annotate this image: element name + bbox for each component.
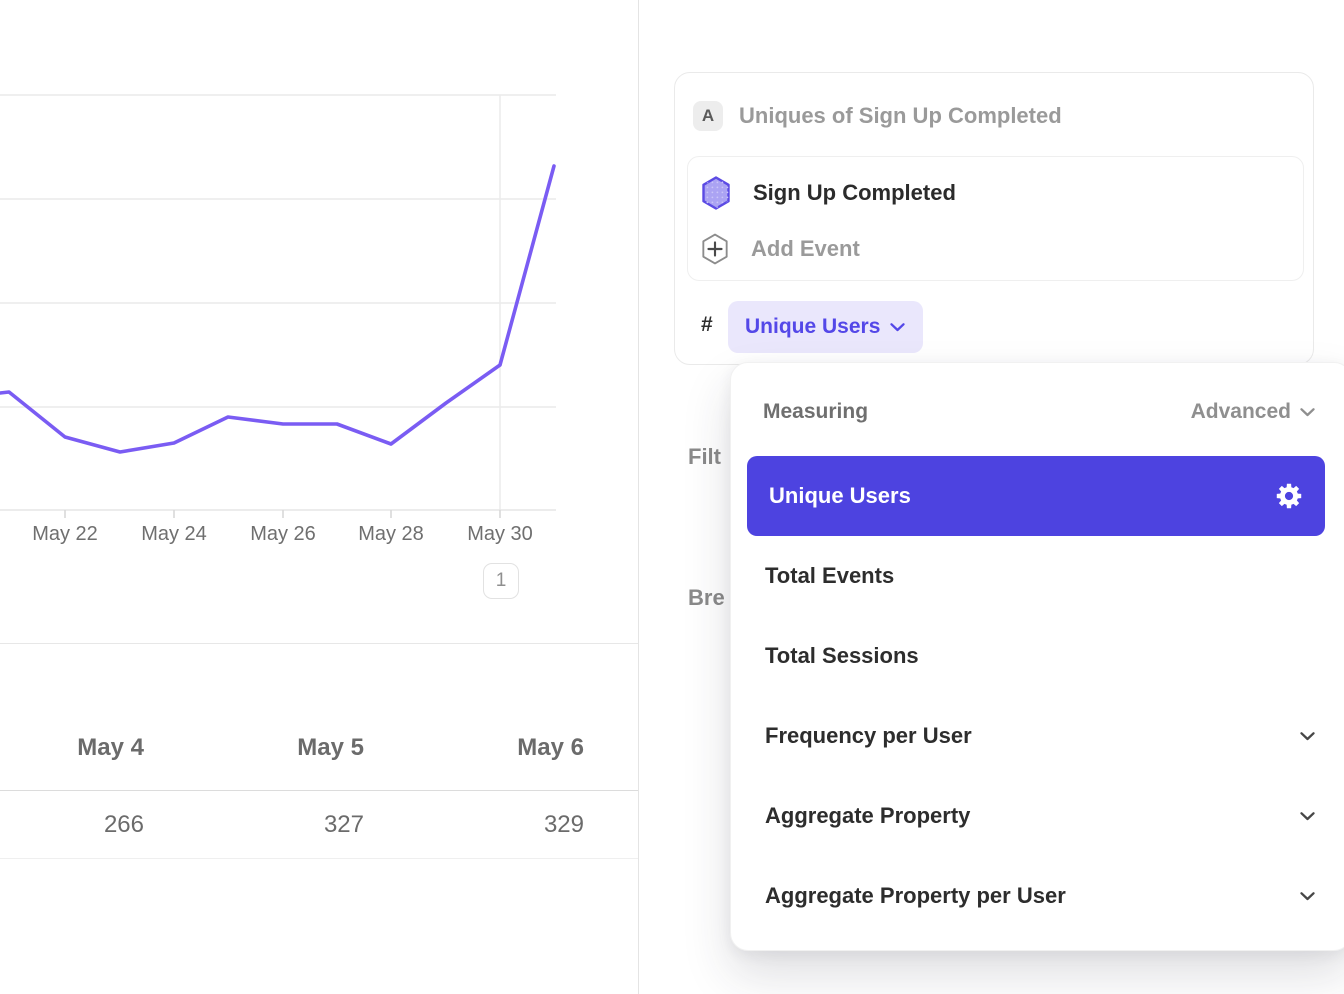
table-header: May 6 [384,733,584,763]
chevron-down-icon [1300,812,1315,821]
table-cell: 329 [384,810,584,840]
x-axis-label: May 22 [17,523,113,546]
event-hexagon-icon [701,176,731,210]
series-a-badge[interactable]: A [693,101,723,131]
metric-hash-prefix: # [701,313,713,337]
menu-item-total-events[interactable]: Total Events [731,536,1344,616]
event-row-signup[interactable]: Sign Up Completed [688,163,1303,223]
menu-item-label: Frequency per User [765,723,972,749]
series-line [0,166,554,452]
menu-item-label: Total Sessions [765,643,919,669]
table-header: May 5 [164,733,364,763]
menu-item-label: Aggregate Property per User [765,883,1066,909]
chevron-down-icon [1300,732,1315,741]
metric-value: Unique Users [745,315,880,339]
menu-item-frequency-per-user[interactable]: Frequency per User [731,696,1344,776]
x-axis-label: May 30 [452,523,548,546]
table-header: May 4 [0,733,144,763]
gear-icon[interactable] [1275,482,1303,510]
line-chart[interactable] [0,90,556,530]
measuring-label: Measuring [763,400,868,424]
chevron-down-icon [1300,892,1315,901]
menu-item-total-sessions[interactable]: Total Sessions [731,616,1344,696]
table-top-divider [0,643,639,644]
advanced-toggle[interactable]: Advanced [1191,400,1315,424]
query-title: Uniques of Sign Up Completed [739,101,1062,131]
metric-selector-chip[interactable]: Unique Users [728,301,923,353]
add-event-button[interactable]: Add Event [688,219,1303,279]
event-card: Sign Up Completed Add Event [687,156,1304,281]
menu-item-aggregate-property[interactable]: Aggregate Property [731,776,1344,856]
filter-section-label: Filt [688,444,721,470]
add-event-label: Add Event [751,236,860,262]
table-row-divider [0,858,639,859]
menu-item-label: Total Events [765,563,894,589]
x-axis-label: May 28 [343,523,439,546]
menu-item-aggregate-property-per-user[interactable]: Aggregate Property per User [731,856,1344,936]
menu-item-label: Aggregate Property [765,803,970,829]
menu-item-unique-users[interactable]: Unique Users [747,456,1325,536]
pane-divider [638,0,639,994]
measuring-menu-items: Unique Users Total Events Total Sessions [731,456,1344,936]
table-header-divider [0,790,639,791]
chart-pane: May 22 May 24 May 26 May 28 May 30 1 May 4 M… [0,0,639,994]
measuring-dropdown-menu: Measuring Advanced Unique Users Total Ev… [730,362,1344,951]
table-cell: 327 [164,810,364,840]
x-axis-label: May 26 [235,523,331,546]
x-axis-label: May 24 [126,523,222,546]
table-cell: 266 [0,810,144,840]
breakdown-section-label: Bre [688,585,725,611]
chevron-down-icon [1300,408,1315,417]
menu-item-label: Unique Users [769,483,911,509]
pagination-badge[interactable]: 1 [483,563,519,599]
add-event-plus-icon [701,233,729,265]
event-name: Sign Up Completed [753,180,956,206]
metric-row: # Unique Users [675,301,1313,353]
measuring-menu-header: Measuring Advanced [763,389,1315,435]
chevron-down-icon [890,323,905,332]
query-builder-panel: A Uniques of Sign Up Completed Sign Up C… [674,72,1314,365]
advanced-label: Advanced [1191,400,1291,424]
